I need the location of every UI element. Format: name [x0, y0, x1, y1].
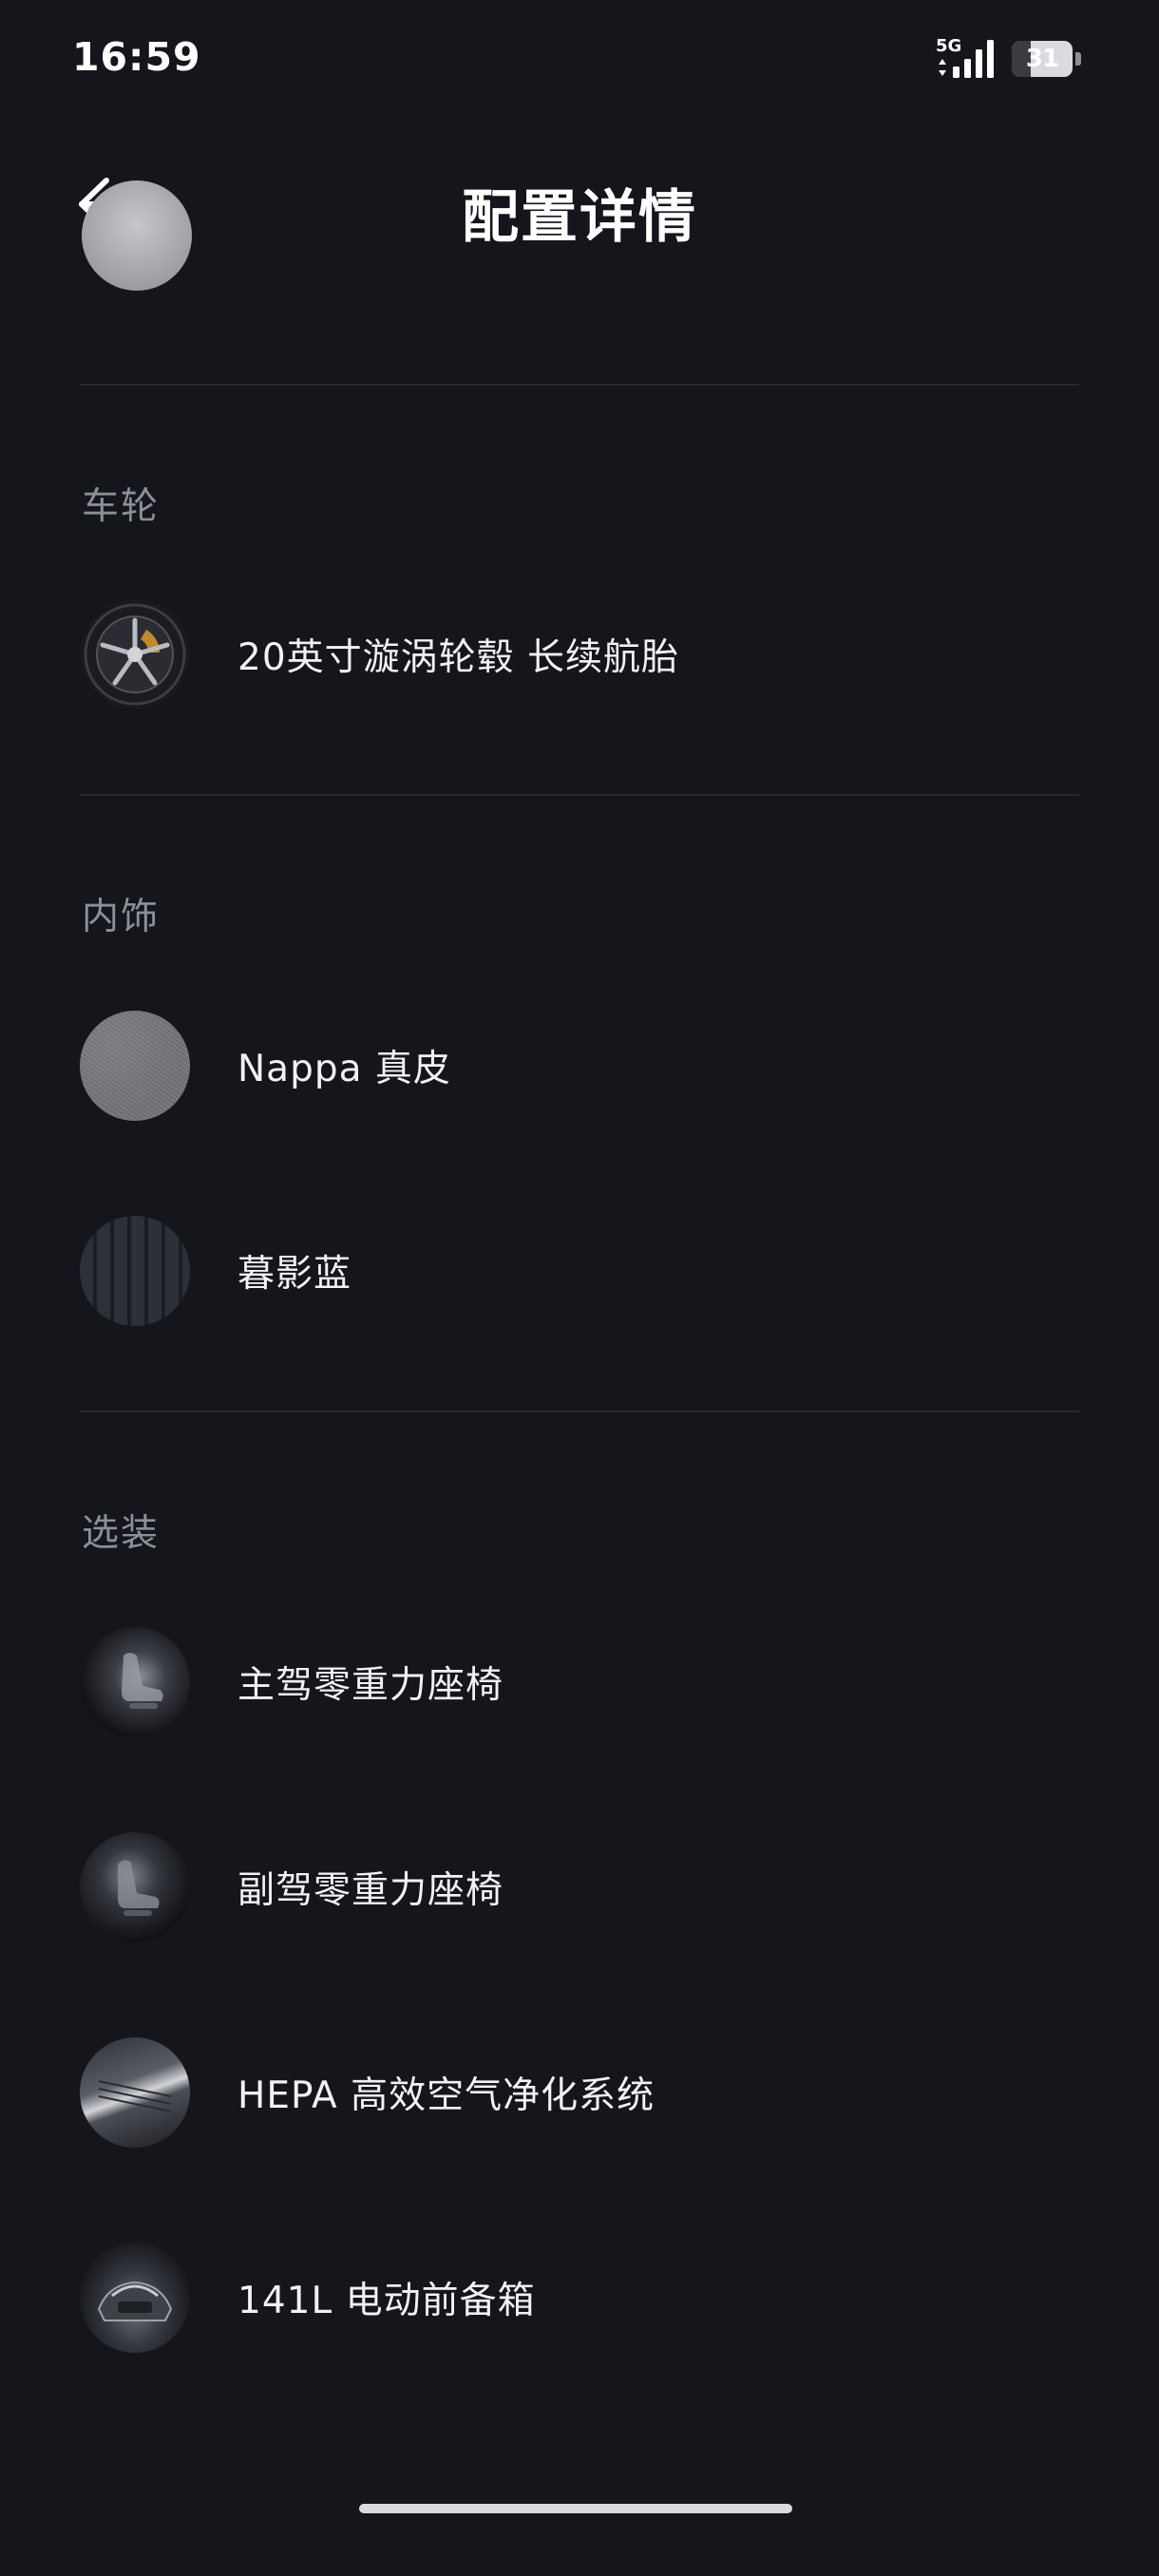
divider [80, 1411, 1079, 1412]
home-indicator[interactable] [359, 2504, 792, 2513]
section-title-wheels: 车轮 [82, 485, 161, 528]
item-label: 副驾零重力座椅 [238, 1869, 504, 1912]
list-item-air-purifier: HEPA 高效空气净化系统 [80, 2031, 1079, 2154]
front-trunk-icon [80, 2243, 190, 2353]
cellular-signal-icon: 5G [936, 36, 997, 80]
list-item-interior-color: 暮影蓝 [80, 1209, 1079, 1333]
air-filter-icon [80, 2037, 190, 2148]
data-arrows-icon [939, 59, 946, 76]
item-label: 141L 电动前备箱 [238, 2280, 536, 2322]
status-bar: 16:59 5G 31 [0, 0, 1159, 114]
status-time: 16:59 [72, 34, 201, 80]
seat-icon [80, 1832, 190, 1942]
divider [80, 384, 1079, 386]
item-label: 20英寸漩涡轮毂 长续航胎 [238, 636, 680, 679]
color-swatch-icon [80, 1216, 190, 1326]
list-item-passenger-seat: 副驾零重力座椅 [80, 1826, 1079, 1949]
item-label: 暮影蓝 [238, 1253, 352, 1296]
list-item-leather: Nappa 真皮 [80, 1004, 1079, 1127]
wheel-icon [80, 599, 190, 710]
item-label: HEPA 高效空气净化系统 [238, 2074, 656, 2117]
list-item-wheel: 20英寸漩涡轮毂 长续航胎 [80, 593, 1079, 716]
battery-percentage: 31 [1025, 45, 1059, 73]
divider [80, 794, 1079, 796]
status-indicators: 5G 31 [936, 36, 1081, 80]
item-label: Nappa 真皮 [238, 1048, 451, 1090]
battery-icon: 31 [1012, 41, 1073, 77]
list-item-front-trunk: 141L 电动前备箱 [80, 2236, 1079, 2359]
battery-cap [1075, 52, 1081, 66]
leather-swatch-icon [80, 1011, 190, 1121]
section-title-interior: 内饰 [82, 896, 161, 938]
seat-icon [80, 1627, 190, 1737]
color-swatch-icon [82, 180, 192, 291]
item-label: 主驾零重力座椅 [238, 1664, 504, 1707]
list-item-driver-seat: 主驾零重力座椅 [80, 1620, 1079, 1744]
signal-bars-icon [953, 40, 994, 78]
section-title-options: 选装 [82, 1512, 161, 1555]
